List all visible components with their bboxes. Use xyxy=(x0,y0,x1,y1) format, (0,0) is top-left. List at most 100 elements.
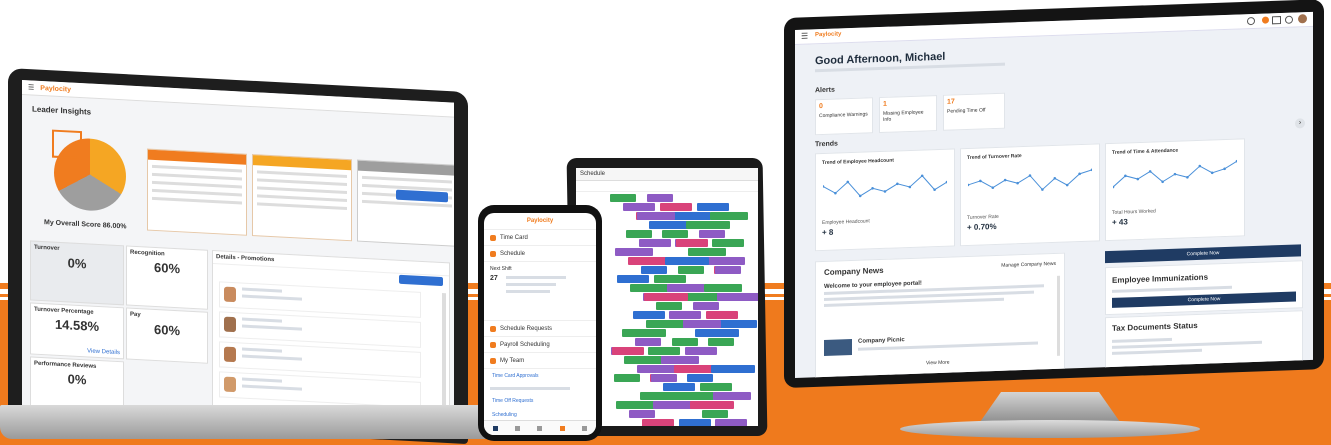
kpi-card[interactable]: Recognition 60% xyxy=(126,245,208,310)
schedule-shift-block[interactable] xyxy=(693,302,719,310)
schedule-shift-block[interactable] xyxy=(710,212,748,220)
schedule-shift-block[interactable] xyxy=(717,293,758,301)
schedule-shift-block[interactable] xyxy=(704,284,742,292)
schedule-shift-block[interactable] xyxy=(715,419,747,426)
alert-card[interactable]: 17 Pending Time Off xyxy=(943,92,1005,131)
menu-item-schedule[interactable]: Schedule xyxy=(484,246,596,262)
alert-card[interactable]: 1 Missing Employee Info xyxy=(879,95,937,134)
schedule-shift-block[interactable] xyxy=(706,311,738,319)
schedule-shift-block[interactable] xyxy=(688,248,726,256)
schedule-shift-block[interactable] xyxy=(610,194,636,202)
schedule-shift-block[interactable] xyxy=(678,266,704,274)
schedule-shift-block[interactable] xyxy=(676,239,708,247)
scrollbar[interactable] xyxy=(1057,275,1060,356)
schedule-shift-block[interactable] xyxy=(667,284,705,292)
team-link[interactable]: Time Off Requests xyxy=(484,394,596,408)
trend-card[interactable]: Trend of Employee Headcount Employee Head… xyxy=(815,148,955,252)
schedule-shift-block[interactable] xyxy=(614,374,640,382)
chat-icon[interactable] xyxy=(1272,16,1281,25)
schedule-shift-block[interactable] xyxy=(699,230,725,238)
immunizations-button[interactable]: Complete Now xyxy=(1112,291,1296,308)
schedule-shift-block[interactable] xyxy=(639,239,671,247)
menu-icon[interactable]: ☰ xyxy=(28,83,34,91)
schedule-shift-block[interactable] xyxy=(715,266,741,274)
schedule-shift-block[interactable] xyxy=(687,374,713,382)
schedule-shift-block[interactable] xyxy=(629,410,655,418)
schedule-shift-block[interactable] xyxy=(679,419,711,426)
schedule-shift-block[interactable] xyxy=(676,392,714,400)
schedule-shift-block[interactable] xyxy=(702,410,728,418)
trend-card[interactable]: Trend of Time & Attendance Total Hours Wo… xyxy=(1105,138,1245,242)
alert-card[interactable]: 0 Compliance Warnings xyxy=(815,97,873,136)
schedule-shift-block[interactable] xyxy=(644,293,688,301)
schedule-shift-block[interactable] xyxy=(648,347,680,355)
clock-icon[interactable] xyxy=(537,425,543,431)
schedule-shift-block[interactable] xyxy=(646,320,684,328)
schedule-shift-block[interactable] xyxy=(683,320,721,328)
schedule-shift-block[interactable] xyxy=(673,212,711,220)
schedule-shift-block[interactable] xyxy=(665,257,709,265)
schedule-shift-block[interactable] xyxy=(697,203,729,211)
schedule-shift-block[interactable] xyxy=(712,239,744,247)
schedule-shift-block[interactable] xyxy=(708,338,734,346)
scrollbar[interactable] xyxy=(442,293,446,414)
schedule-shift-block[interactable] xyxy=(637,212,675,220)
kpi-card[interactable]: Turnover Percentage 14.58% View Details xyxy=(30,302,124,360)
schedule-shift-block[interactable] xyxy=(647,194,673,202)
schedule-shift-block[interactable] xyxy=(686,221,730,229)
schedule-shift-block[interactable] xyxy=(685,347,717,355)
schedule-shift-block[interactable] xyxy=(635,338,661,346)
schedule-shift-block[interactable] xyxy=(719,320,757,328)
schedule-shift-block[interactable] xyxy=(656,302,682,310)
team-link[interactable]: Time Card Approvals xyxy=(484,369,596,383)
view-details-link[interactable]: View Details xyxy=(87,348,120,356)
schedule-shift-block[interactable] xyxy=(630,284,668,292)
schedule-shift-block[interactable] xyxy=(672,338,698,346)
menu-item-schedule-requests[interactable]: Schedule Requests xyxy=(484,321,596,337)
notification-icon[interactable] xyxy=(1262,16,1269,24)
bell-icon[interactable] xyxy=(559,425,565,431)
schedule-shift-block[interactable] xyxy=(662,230,688,238)
search-icon[interactable] xyxy=(1247,16,1255,26)
schedule-shift-block[interactable] xyxy=(642,419,674,426)
schedule-shift-block[interactable] xyxy=(641,266,667,274)
schedule-shift-block[interactable] xyxy=(623,203,655,211)
schedule-shift-block[interactable] xyxy=(617,275,649,283)
view-more-link[interactable]: View More xyxy=(926,360,950,367)
schedule-shift-block[interactable] xyxy=(626,230,652,238)
schedule-shift-block[interactable] xyxy=(661,356,699,364)
schedule-shift-block[interactable] xyxy=(713,392,751,400)
schedule-shift-block[interactable] xyxy=(640,392,678,400)
menu-item-payroll-scheduling[interactable]: Payroll Scheduling xyxy=(484,337,596,353)
home-icon[interactable] xyxy=(492,425,498,431)
kpi-card[interactable]: Performance Reviews 0% xyxy=(30,356,124,412)
manage-news-button[interactable]: Manage Company News xyxy=(1001,261,1056,269)
schedule-shift-block[interactable] xyxy=(633,311,665,319)
kpi-card[interactable]: Turnover 0% xyxy=(30,240,124,306)
schedule-shift-block[interactable] xyxy=(669,311,701,319)
news-post2-title[interactable]: Company Picnic xyxy=(858,337,905,345)
schedule-shift-block[interactable] xyxy=(663,383,695,391)
list-item[interactable] xyxy=(219,371,421,408)
kpi-card[interactable]: Pay 60% xyxy=(126,307,208,364)
menu-item-my-team[interactable]: My Team xyxy=(484,353,596,369)
people-icon[interactable] xyxy=(515,425,521,431)
schedule-shift-block[interactable] xyxy=(612,347,644,355)
next-arrow-icon[interactable]: › xyxy=(1295,118,1305,129)
schedule-shift-block[interactable] xyxy=(624,356,662,364)
schedule-shift-block[interactable] xyxy=(654,275,686,283)
schedule-shift-block[interactable] xyxy=(660,203,692,211)
schedule-shift-block[interactable] xyxy=(700,383,732,391)
help-icon[interactable] xyxy=(1285,15,1293,24)
panel-button[interactable] xyxy=(399,274,443,287)
schedule-shift-block[interactable] xyxy=(651,374,677,382)
schedule-shift-block[interactable] xyxy=(711,365,755,373)
next-shift-card[interactable]: Next Shift 27 xyxy=(484,262,596,321)
menu-icon[interactable]: ☰ xyxy=(801,32,808,41)
avatar[interactable] xyxy=(1298,14,1307,24)
trend-card[interactable]: Trend of Turnover Rate Turnover Rate + 0.7… xyxy=(960,143,1100,247)
schedule-shift-block[interactable] xyxy=(615,248,653,256)
menu-item-time-card[interactable]: Time Card xyxy=(484,230,596,246)
schedule-shift-block[interactable] xyxy=(690,401,734,409)
schedule-shift-block[interactable] xyxy=(695,329,739,337)
